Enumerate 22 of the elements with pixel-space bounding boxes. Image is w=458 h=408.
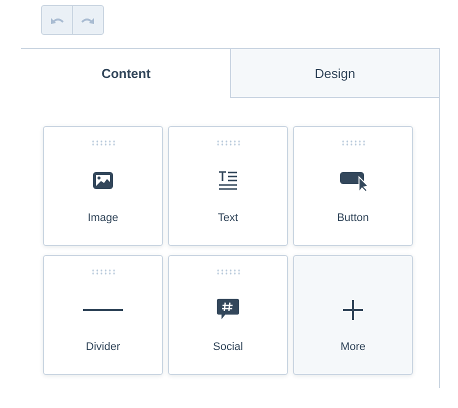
module-label: Text	[218, 212, 238, 224]
text-lines-icon	[216, 169, 240, 193]
drag-handle-icon	[216, 269, 240, 275]
module-card[interactable]: More	[293, 255, 413, 375]
module-card[interactable]: Image	[43, 126, 163, 246]
tab[interactable]: Design	[230, 49, 439, 98]
drag-handle-icon	[90, 269, 116, 275]
module-label: More	[340, 341, 366, 353]
drag-handle-icon	[216, 140, 240, 146]
hashtag-bubble-icon	[216, 298, 240, 322]
drag-handle-icon	[90, 140, 116, 146]
module-card[interactable]: Divider	[43, 255, 163, 375]
button-cursor-icon	[339, 169, 367, 193]
module-label: Divider	[86, 341, 120, 353]
drag-handle-icon	[340, 140, 366, 146]
module-card[interactable]: Text	[168, 126, 288, 246]
module-card[interactable]: Social	[168, 255, 288, 375]
module-label: Social	[213, 341, 243, 353]
module-card[interactable]: Button	[293, 126, 413, 246]
plus-icon	[341, 298, 365, 322]
module-label: Button	[337, 212, 369, 224]
module-label: Image	[88, 212, 118, 224]
